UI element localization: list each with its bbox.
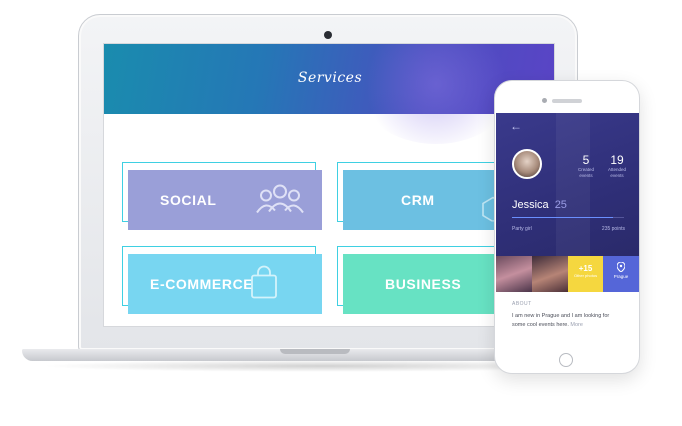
tile-label: SOCIAL	[160, 192, 217, 208]
tile-label: E-COMMERCE	[150, 276, 254, 292]
stat-created-events: 5 Created events	[572, 153, 600, 179]
stat-value: 19	[610, 153, 624, 167]
stat-value: 5	[582, 153, 590, 167]
service-tile-social[interactable]: SOCIAL	[128, 170, 322, 230]
points-progress-bar	[512, 217, 624, 218]
phone-camera	[542, 98, 547, 103]
stat-label: Attended events	[607, 167, 626, 178]
profile-tagline: Party girl	[512, 226, 532, 232]
phone-screen: ← 5 Created events 19 Attended events Je…	[496, 113, 639, 345]
about-more-link[interactable]: More	[570, 322, 583, 328]
profile-age: 25	[554, 199, 567, 211]
phone-speaker	[552, 99, 582, 103]
location-tile[interactable]: Prague	[603, 256, 639, 292]
location-label: Prague	[613, 274, 629, 279]
more-photos-label: Other photos	[573, 273, 598, 278]
services-header: Services	[104, 44, 554, 144]
stat-label: Created events	[577, 167, 594, 178]
more-photos-count: +15	[578, 264, 593, 273]
page-title: Services	[297, 70, 363, 86]
points-progress-fill	[512, 217, 613, 218]
shopping-bag-icon	[250, 265, 278, 303]
about-title: ABOUT	[512, 301, 532, 307]
more-photos-tile[interactable]: +15 Other photos	[568, 256, 603, 292]
phone-device: ← 5 Created events 19 Attended events Je…	[494, 80, 640, 374]
stat-attended-events: 19 Attended events	[602, 153, 632, 179]
avatar[interactable]	[512, 149, 542, 179]
about-section: ABOUT I am new in Prague and I am lookin…	[512, 301, 624, 330]
profile-stripe	[556, 113, 590, 256]
profile-card: ← 5 Created events 19 Attended events Je…	[496, 113, 639, 256]
header-decoration	[356, 44, 516, 144]
service-tile-ecommerce[interactable]: E-COMMERCE	[128, 254, 322, 314]
laptop-camera	[324, 31, 332, 39]
photo-strip: +15 Other photos Prague	[496, 256, 639, 292]
tile-label: BUSINESS	[385, 276, 462, 292]
group-icon	[254, 182, 306, 219]
profile-name-row: Jessica 25	[512, 199, 567, 211]
about-body: I am new in Prague and I am looking for …	[512, 313, 610, 328]
map-pin-icon	[603, 261, 639, 274]
about-text: I am new in Prague and I am looking for …	[512, 312, 624, 330]
photo-thumbnail[interactable]	[496, 256, 532, 292]
profile-name: Jessica	[512, 199, 549, 211]
tile-label: CRM	[401, 192, 435, 208]
laptop-screen: Services SOCIAL CRM E-COMMERCE BUSINESS	[103, 43, 555, 327]
photo-thumbnail[interactable]	[532, 256, 568, 292]
laptop-opening-notch	[280, 349, 350, 354]
profile-points: 235 points	[601, 226, 625, 232]
back-arrow-icon[interactable]: ←	[510, 119, 522, 133]
phone-home-button[interactable]	[559, 353, 573, 367]
